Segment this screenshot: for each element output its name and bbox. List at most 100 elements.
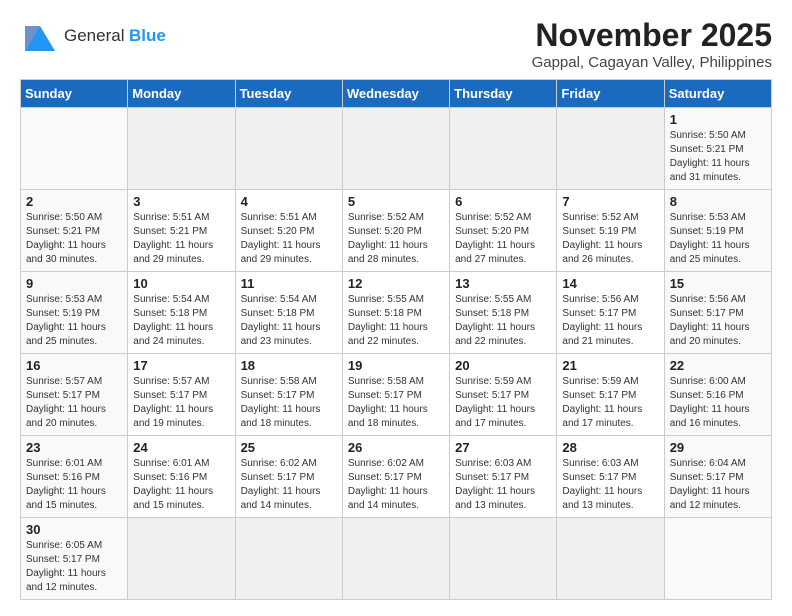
header: General Blue November 2025 Gappal, Cagay… [20,16,772,71]
logo-text: General Blue [64,26,166,46]
day-info: Sunrise: 5:57 AM Sunset: 5:17 PM Dayligh… [133,375,229,431]
calendar-cell: 17 Sunrise: 5:57 AM Sunset: 5:17 PM Dayli… [128,354,235,436]
day-info: Sunrise: 5:54 AM Sunset: 5:18 PM Dayligh… [241,293,337,349]
day-number: 11 [241,276,337,291]
calendar-table: SundayMondayTuesdayWednesdayThursdayFrid… [20,79,772,600]
day-number: 22 [670,358,766,373]
calendar-cell: 6Sunrise: 5:52 AM Sunset: 5:20 PM Daylig… [450,190,557,272]
day-number: 14 [562,276,658,291]
day-info: Sunrise: 5:55 AM Sunset: 5:18 PM Dayligh… [455,293,551,349]
day-number: 16 [26,358,122,373]
calendar-cell [128,518,235,600]
calendar-week-5: 30Sunrise: 6:05 AM Sunset: 5:17 PM Dayli… [21,518,772,600]
day-info: Sunrise: 5:50 AM Sunset: 5:21 PM Dayligh… [670,129,766,185]
calendar-cell: 28 Sunrise: 6:03 AM Sunset: 5:17 PM Dayli… [557,436,664,518]
day-number: 15 [670,276,766,291]
day-info: Sunrise: 5:51 AM Sunset: 5:21 PM Dayligh… [133,211,229,267]
calendar-cell [21,108,128,190]
day-number: 23 [26,440,122,455]
day-number: 21 [562,358,658,373]
day-info: Sunrise: 6:03 AM Sunset: 5:17 PM Dayligh… [455,457,551,513]
day-number: 24 [133,440,229,455]
title-area: November 2025 Gappal, Cagayan Valley, Ph… [532,16,772,71]
day-number: 19 [348,358,444,373]
calendar-cell: 9 Sunrise: 5:53 AM Sunset: 5:19 PM Daylig… [21,272,128,354]
calendar-cell [235,108,342,190]
calendar-cell [664,518,771,600]
calendar-week-3: 16 Sunrise: 5:57 AM Sunset: 5:17 PM Dayli… [21,354,772,436]
day-info: Sunrise: 5:52 AM Sunset: 5:20 PM Dayligh… [348,211,444,267]
calendar-cell [450,518,557,600]
calendar-cell: 11 Sunrise: 5:54 AM Sunset: 5:18 PM Dayli… [235,272,342,354]
day-number: 29 [670,440,766,455]
header-day-friday: Friday [557,80,664,108]
calendar-cell: 4Sunrise: 5:51 AM Sunset: 5:20 PM Daylig… [235,190,342,272]
day-info: Sunrise: 5:56 AM Sunset: 5:17 PM Dayligh… [670,293,766,349]
calendar-cell: 2 Sunrise: 5:50 AM Sunset: 5:21 PM Daylig… [21,190,128,272]
day-info: Sunrise: 5:58 AM Sunset: 5:17 PM Dayligh… [241,375,337,431]
day-info: Sunrise: 5:55 AM Sunset: 5:18 PM Dayligh… [348,293,444,349]
calendar-week-2: 9 Sunrise: 5:53 AM Sunset: 5:19 PM Daylig… [21,272,772,354]
calendar-cell [450,108,557,190]
header-day-tuesday: Tuesday [235,80,342,108]
header-day-sunday: Sunday [21,80,128,108]
calendar-cell: 25Sunrise: 6:02 AM Sunset: 5:17 PM Dayli… [235,436,342,518]
day-number: 12 [348,276,444,291]
calendar-cell: 14 Sunrise: 5:56 AM Sunset: 5:17 PM Dayli… [557,272,664,354]
day-info: Sunrise: 5:52 AM Sunset: 5:19 PM Dayligh… [562,211,658,267]
day-info: Sunrise: 5:59 AM Sunset: 5:17 PM Dayligh… [562,375,658,431]
day-number: 3 [133,194,229,209]
header-day-thursday: Thursday [450,80,557,108]
month-title: November 2025 [532,16,772,54]
calendar-cell: 15 Sunrise: 5:56 AM Sunset: 5:17 PM Dayli… [664,272,771,354]
day-info: Sunrise: 5:59 AM Sunset: 5:17 PM Dayligh… [455,375,551,431]
day-info: Sunrise: 6:03 AM Sunset: 5:17 PM Dayligh… [562,457,658,513]
calendar-week-1: 2 Sunrise: 5:50 AM Sunset: 5:21 PM Daylig… [21,190,772,272]
logo-icon [20,16,60,56]
header-day-monday: Monday [128,80,235,108]
calendar-header: SundayMondayTuesdayWednesdayThursdayFrid… [21,80,772,108]
day-info: Sunrise: 6:02 AM Sunset: 5:17 PM Dayligh… [348,457,444,513]
day-number: 17 [133,358,229,373]
calendar-cell: 5 Sunrise: 5:52 AM Sunset: 5:20 PM Daylig… [342,190,449,272]
day-number: 28 [562,440,658,455]
day-info: Sunrise: 6:00 AM Sunset: 5:16 PM Dayligh… [670,375,766,431]
day-info: Sunrise: 5:58 AM Sunset: 5:17 PM Dayligh… [348,375,444,431]
day-info: Sunrise: 5:56 AM Sunset: 5:17 PM Dayligh… [562,293,658,349]
calendar-cell: 21 Sunrise: 5:59 AM Sunset: 5:17 PM Dayli… [557,354,664,436]
calendar-cell: 20Sunrise: 5:59 AM Sunset: 5:17 PM Dayli… [450,354,557,436]
calendar-body: 1 Sunrise: 5:50 AM Sunset: 5:21 PM Daylig… [21,108,772,600]
day-info: Sunrise: 6:02 AM Sunset: 5:17 PM Dayligh… [241,457,337,513]
day-number: 1 [670,112,766,127]
day-info: Sunrise: 6:01 AM Sunset: 5:16 PM Dayligh… [26,457,122,513]
header-day-saturday: Saturday [664,80,771,108]
calendar-cell: 1 Sunrise: 5:50 AM Sunset: 5:21 PM Daylig… [664,108,771,190]
day-info: Sunrise: 5:52 AM Sunset: 5:20 PM Dayligh… [455,211,551,267]
calendar-cell [342,108,449,190]
day-info: Sunrise: 5:53 AM Sunset: 5:19 PM Dayligh… [670,211,766,267]
calendar-cell: 16Sunrise: 5:57 AM Sunset: 5:17 PM Dayli… [21,354,128,436]
calendar-cell [342,518,449,600]
location-title: Gappal, Cagayan Valley, Philippines [532,54,772,71]
calendar-cell: 13Sunrise: 5:55 AM Sunset: 5:18 PM Dayli… [450,272,557,354]
calendar-cell [235,518,342,600]
day-number: 30 [26,522,122,537]
calendar-cell: 8 Sunrise: 5:53 AM Sunset: 5:19 PM Daylig… [664,190,771,272]
day-info: Sunrise: 5:53 AM Sunset: 5:19 PM Dayligh… [26,293,122,349]
calendar-cell: 26Sunrise: 6:02 AM Sunset: 5:17 PM Dayli… [342,436,449,518]
day-number: 27 [455,440,551,455]
day-number: 4 [241,194,337,209]
calendar-cell: 22 Sunrise: 6:00 AM Sunset: 5:16 PM Dayli… [664,354,771,436]
calendar-cell: 10Sunrise: 5:54 AM Sunset: 5:18 PM Dayli… [128,272,235,354]
calendar-cell [557,108,664,190]
day-number: 5 [348,194,444,209]
day-info: Sunrise: 5:50 AM Sunset: 5:21 PM Dayligh… [26,211,122,267]
calendar-cell: 24Sunrise: 6:01 AM Sunset: 5:16 PM Dayli… [128,436,235,518]
day-number: 18 [241,358,337,373]
day-number: 2 [26,194,122,209]
calendar-cell: 19 Sunrise: 5:58 AM Sunset: 5:17 PM Dayli… [342,354,449,436]
day-info: Sunrise: 6:04 AM Sunset: 5:17 PM Dayligh… [670,457,766,513]
calendar-cell: 7Sunrise: 5:52 AM Sunset: 5:19 PM Daylig… [557,190,664,272]
day-number: 8 [670,194,766,209]
day-number: 9 [26,276,122,291]
